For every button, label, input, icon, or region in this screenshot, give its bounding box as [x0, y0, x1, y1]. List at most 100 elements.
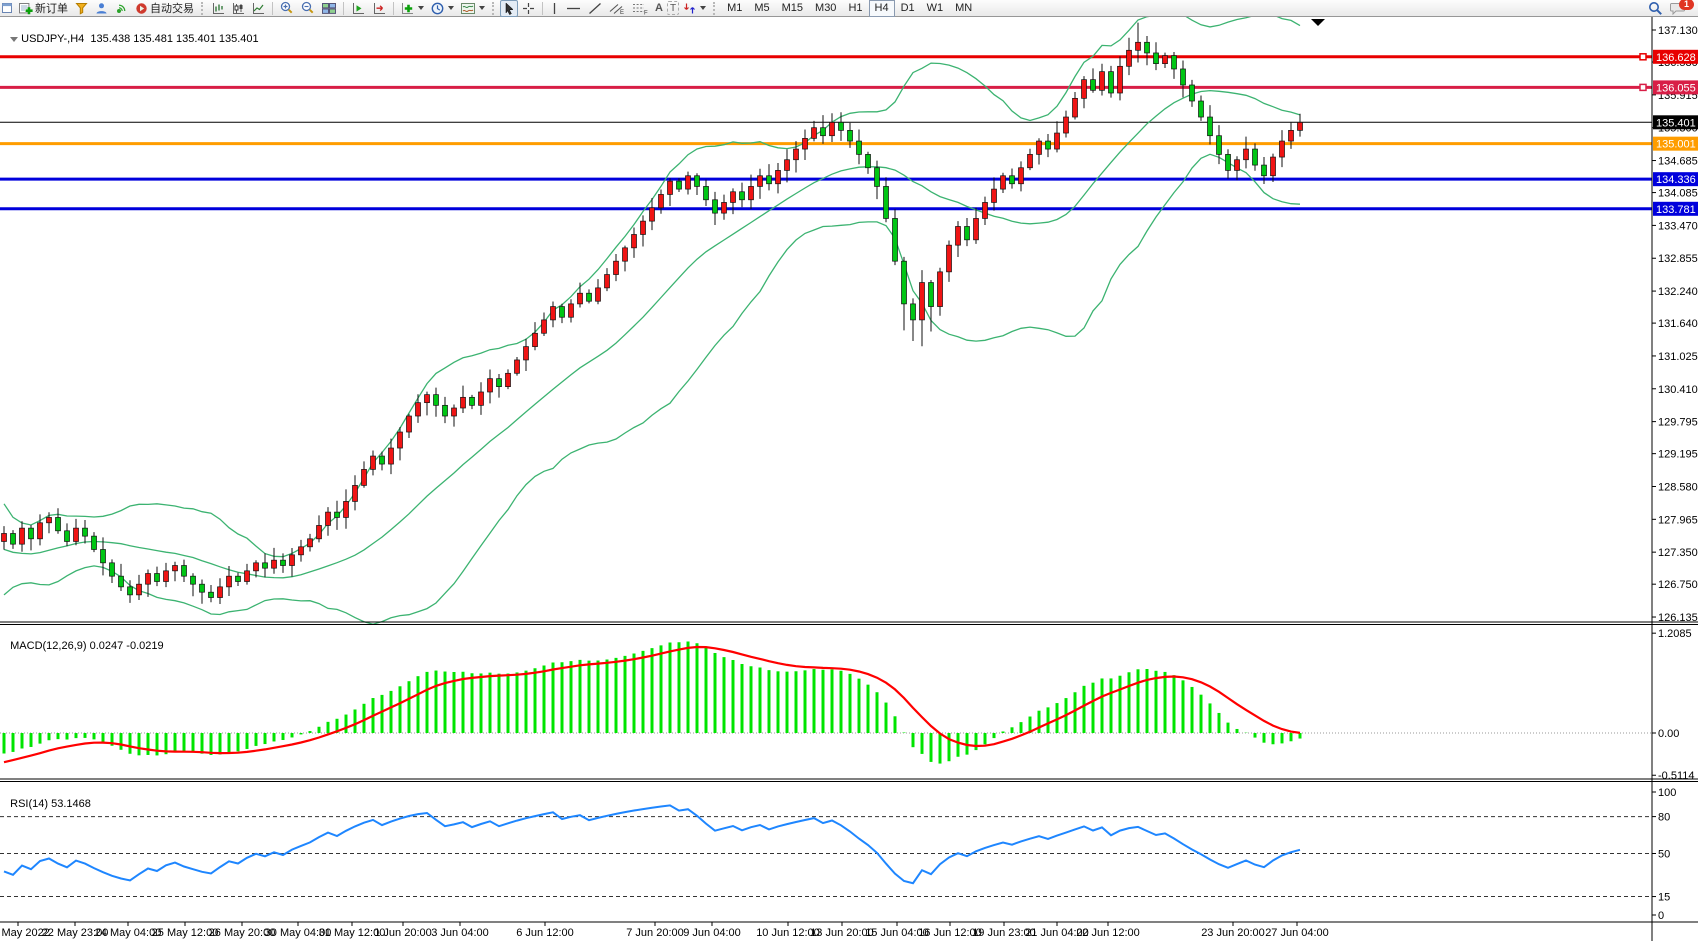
time-axis-label: 9 Jun 04:00 — [683, 927, 741, 939]
price-axis-label: 134.085 — [1658, 188, 1698, 200]
timeframe-H1[interactable]: H1 — [842, 0, 868, 17]
time-axis-label: 3 Jun 04:00 — [431, 927, 489, 939]
hline-handle[interactable] — [1640, 54, 1646, 60]
time-axis-label: 7 Jun 20:00 — [626, 927, 684, 939]
periods-button[interactable] — [428, 0, 457, 17]
hline-handle[interactable] — [1640, 84, 1646, 90]
crosshair-tool[interactable] — [519, 0, 538, 17]
svg-text:134.336: 134.336 — [1656, 174, 1696, 186]
svg-text:135.401: 135.401 — [1656, 117, 1696, 129]
price-axis-label: 128.580 — [1658, 481, 1698, 493]
text-label-tool[interactable]: T — [667, 1, 679, 15]
indicators-caret — [418, 6, 424, 10]
rsi-axis-label: 80 — [1658, 812, 1670, 824]
search-icon[interactable] — [1645, 0, 1666, 17]
line-chart-button[interactable] — [249, 0, 268, 17]
autotrading-label: 自动交易 — [150, 0, 194, 16]
signals-icon[interactable] — [112, 0, 131, 17]
price-axis-label: 126.750 — [1658, 579, 1698, 591]
autotrading-button[interactable]: 自动交易 — [132, 0, 197, 17]
deposit-icon[interactable] — [72, 0, 91, 17]
chart-window-icon[interactable] — [0, 0, 15, 17]
equidistant-channel-tool[interactable]: E — [606, 0, 628, 17]
timeframe-W1[interactable]: W1 — [921, 0, 950, 17]
price-axis-label: 137.130 — [1658, 25, 1698, 37]
rsi-axis-label: 50 — [1658, 849, 1670, 861]
timeframe-M1[interactable]: M1 — [721, 0, 748, 17]
timeframe-D1[interactable]: D1 — [895, 0, 921, 17]
timeframe-H4[interactable]: H4 — [869, 0, 895, 17]
price-axis-label: 131.640 — [1658, 318, 1698, 330]
timeframe-group: M1M5M15M30H1H4D1W1MN — [721, 0, 978, 17]
auto-scroll-button[interactable] — [348, 0, 368, 17]
panel-frames — [0, 17, 1698, 941]
arrows-caret — [700, 6, 706, 10]
candlestick-chart-button[interactable] — [229, 0, 248, 17]
price-axis-label: 127.350 — [1658, 547, 1698, 559]
fibonacci-tool[interactable]: F — [629, 0, 651, 17]
community-icon[interactable] — [92, 0, 111, 17]
svg-text:E: E — [620, 10, 624, 15]
indicators-button[interactable] — [398, 0, 427, 17]
time-axis-label: 6 Jun 12:00 — [516, 927, 574, 939]
chart-symbol: USDJPY-,H4 — [21, 33, 84, 45]
svg-text:133.781: 133.781 — [1656, 204, 1696, 216]
timeframe-MN[interactable]: MN — [949, 0, 978, 17]
svg-text:136.055: 136.055 — [1656, 82, 1696, 94]
autotrading-icon — [135, 2, 148, 15]
cursor-tool[interactable] — [500, 0, 518, 17]
chart-shift-marker[interactable] — [1311, 19, 1325, 26]
price-axis-label: 130.410 — [1658, 384, 1698, 396]
new-order-label: 新订单 — [35, 0, 68, 16]
price-axis-label: 126.135 — [1658, 612, 1698, 624]
price-axis[interactable]: 137.130136.530135.915135.300134.685134.0… — [1652, 25, 1698, 922]
timeframe-M30[interactable]: M30 — [809, 0, 842, 17]
bar-chart-button[interactable] — [209, 0, 228, 17]
macd-axis-label: 0.00 — [1658, 728, 1679, 740]
timeframe-M5[interactable]: M5 — [748, 0, 775, 17]
rsi-axis-label: 0 — [1658, 910, 1664, 922]
time-axis-label: 27 Jun 04:00 — [1265, 927, 1329, 939]
tile-windows-button[interactable] — [319, 0, 339, 17]
vertical-line-tool[interactable] — [547, 0, 562, 17]
horizontal-line-tool[interactable] — [563, 0, 584, 17]
zoom-in-button[interactable] — [277, 0, 297, 17]
text-tool[interactable]: A — [652, 0, 666, 17]
bollinger-middle[interactable] — [4, 91, 1300, 578]
periods-caret — [448, 6, 454, 10]
rsi-panel[interactable] — [0, 805, 1652, 896]
candlesticks[interactable] — [2, 23, 1303, 604]
time-axis-label: 22 Jun 12:00 — [1076, 927, 1140, 939]
bollinger-upper[interactable] — [4, 13, 1300, 557]
time-axis-label: 23 Jun 20:00 — [1201, 927, 1265, 939]
chat-icon[interactable]: 1 — [1667, 0, 1689, 17]
oneclick-expander-icon[interactable] — [10, 37, 18, 42]
time-axis-label: 1 Jun 20:00 — [374, 927, 432, 939]
main-price-panel[interactable] — [0, 13, 1652, 624]
trendline-tool[interactable] — [585, 0, 605, 17]
price-axis-label: 131.025 — [1658, 351, 1698, 363]
arrows-tool[interactable] — [680, 0, 709, 17]
time-axis[interactable]: 19 May 202222 May 23:0024 May 04:0025 Ma… — [0, 922, 1329, 939]
zoom-out-button[interactable] — [298, 0, 318, 17]
new-order-button[interactable]: 新订单 — [16, 0, 71, 17]
svg-text:136.628: 136.628 — [1656, 52, 1696, 64]
toolbar: 新订单 自动交易 — [0, 0, 1698, 17]
rsi-label: RSI(14) 53.1468 — [4, 786, 91, 810]
timeframe-M15[interactable]: M15 — [776, 0, 809, 17]
rsi-value: 53.1468 — [51, 798, 91, 810]
new-order-icon — [19, 2, 33, 15]
macd-label: MACD(12,26,9) 0.0247 -0.0219 — [4, 628, 164, 652]
chart-title: USDJPY-,H4 135.438 135.481 135.401 135.4… — [4, 21, 259, 45]
rsi-axis-label: 15 — [1658, 892, 1670, 904]
chart-canvas[interactable]: 137.130136.530135.915135.300134.685134.0… — [0, 0, 1698, 941]
templates-button[interactable] — [458, 0, 488, 17]
price-axis-label: 129.795 — [1658, 417, 1698, 429]
price-axis-label: 127.965 — [1658, 514, 1698, 526]
chart-shift-button[interactable] — [369, 0, 389, 17]
templates-caret — [479, 6, 485, 10]
rsi-axis-label: 100 — [1658, 787, 1676, 799]
price-axis-label: 133.470 — [1658, 220, 1698, 232]
macd-panel[interactable] — [0, 641, 1652, 763]
price-axis-label: 132.240 — [1658, 286, 1698, 298]
